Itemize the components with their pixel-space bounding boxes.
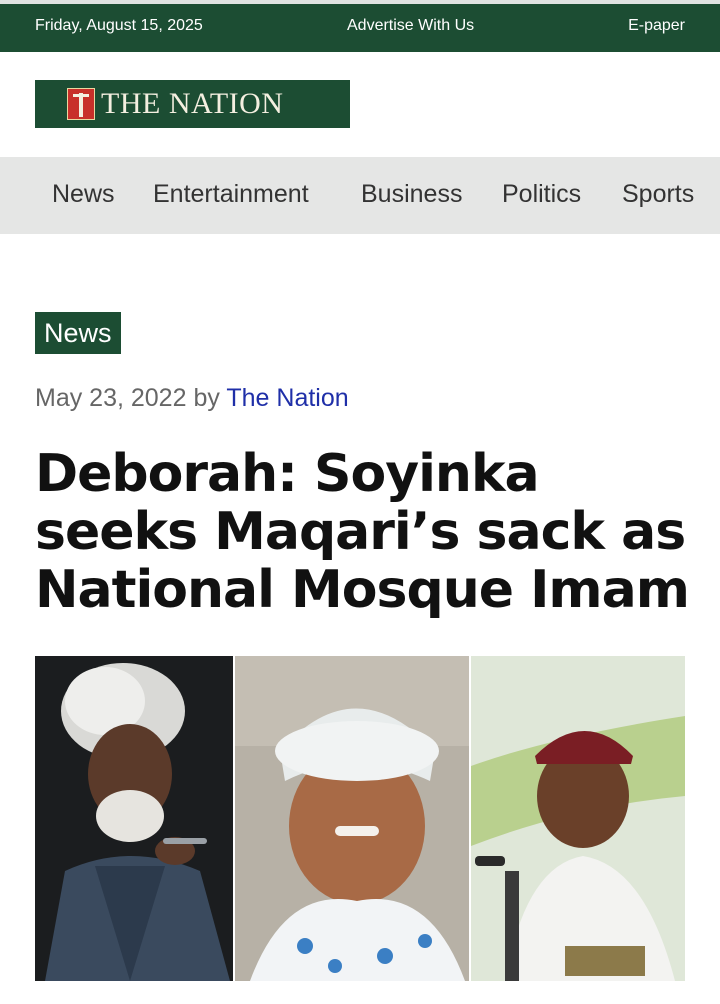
nav-item-politics[interactable]: Politics: [502, 180, 581, 209]
brand-header: THE NATION: [0, 52, 720, 157]
current-date: Friday, August 15, 2025: [35, 17, 203, 34]
article-hero-image: [35, 656, 685, 981]
nav-item-entertainment[interactable]: Entertainment: [153, 180, 309, 209]
article-meta: May 23, 2022 by The Nation: [35, 384, 349, 413]
byline-prefix: by: [193, 384, 220, 412]
photo-panel-right: [471, 656, 685, 981]
advertise-link[interactable]: Advertise With Us: [347, 17, 474, 35]
site-logo[interactable]: THE NATION: [35, 80, 350, 128]
nav-item-news[interactable]: News: [52, 180, 115, 209]
epaper-link[interactable]: E-paper: [628, 17, 685, 35]
hero-photo-collage: [35, 656, 685, 981]
publish-date: May 23, 2022: [35, 384, 187, 412]
main-nav: News Entertainment Business Politics Spo…: [0, 157, 720, 234]
author-link[interactable]: The Nation: [226, 384, 348, 412]
nav-item-business[interactable]: Business: [361, 180, 462, 209]
nav-item-sports[interactable]: Sports: [622, 180, 694, 209]
article-headline: Deborah: Soyinka seeks Maqari’s sack as …: [35, 444, 690, 620]
logo-text: THE NATION: [101, 87, 284, 120]
category-badge[interactable]: News: [35, 312, 121, 354]
emblem-icon: [67, 88, 95, 120]
top-bar: Friday, August 15, 2025 Advertise With U…: [0, 0, 720, 52]
photo-panel-left: [35, 656, 233, 981]
photo-panel-middle: [235, 656, 469, 981]
